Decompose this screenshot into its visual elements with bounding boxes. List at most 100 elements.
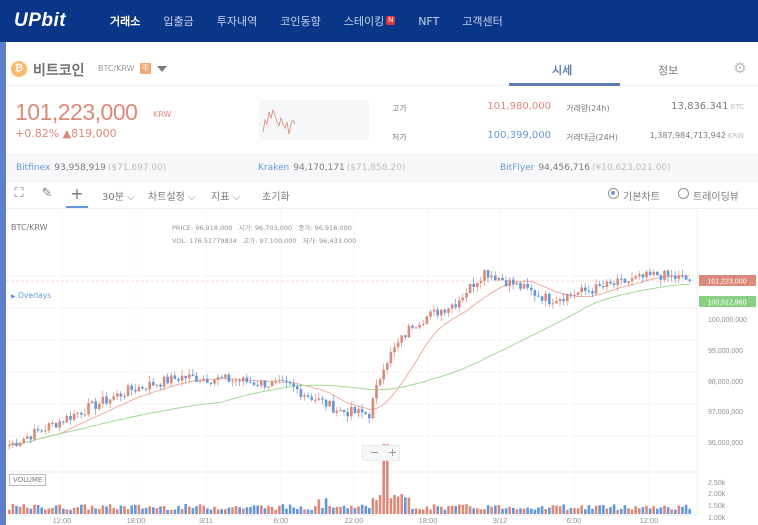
exchange-name[interactable]: Bitfinex [16,163,50,173]
zoom-out-button[interactable]: − [370,446,379,459]
volume-bar [216,509,220,514]
pencil-icon[interactable]: ✎ [38,185,56,203]
volume-bar [450,505,454,514]
volume-bar [303,509,306,514]
volume-bar [76,507,79,514]
nav-staking[interactable]: 스테이킹 N [344,13,396,29]
tradingview-label[interactable]: 트레이딩뷰 [693,188,739,203]
basic-chart-label[interactable]: 기본차트 [623,188,660,203]
nav-coin-trends[interactable]: 코인동향 [280,13,320,29]
tab-quotes[interactable]: 시세 [552,62,572,78]
nav-exchange[interactable]: 거래소 [110,13,140,29]
candle-body [166,376,169,384]
candle-body [638,274,641,277]
interval-select[interactable]: 30분 ⌵ [102,188,135,203]
nav-deposit[interactable]: 입출금 [163,13,193,29]
volume-bar [152,507,155,514]
crosshair-icon[interactable]: + [68,185,86,203]
candle-body [252,382,256,385]
volume-bar [328,505,331,514]
candle-body [155,384,159,386]
candle-body [123,395,126,397]
candle-body [594,284,598,294]
price-axis-label: 97,000,000 [708,409,743,416]
candle-body [44,430,47,432]
volume-bar [544,508,547,514]
volume-bar [396,496,400,514]
candle-body [328,400,331,407]
ohlc-close-label: 종가 [298,224,311,232]
overlays-toggle[interactable]: ▶ Overlays [11,291,51,300]
volume-bar [281,504,285,514]
current-price-tag: 101,223,000 [699,275,756,286]
volume-bar [580,505,583,514]
exchange-name[interactable]: BitFlyer [500,163,534,173]
candle-body [681,275,684,277]
volume-bar [213,506,216,514]
volume-bar [465,504,468,514]
nav-support[interactable]: 고객센터 [462,13,502,29]
reset-button[interactable]: 초기화 [262,188,290,203]
fullscreen-icon[interactable]: ⛶ [10,185,28,203]
tradingview-radio[interactable] [678,188,689,199]
indicator-button[interactable]: 지표 ⌵ [211,188,240,203]
price-axis-label: 96,000,000 [708,440,743,447]
candle-body [530,287,533,291]
volume-bar [548,507,551,514]
volume-bar [436,506,439,514]
candlestick-chart[interactable]: 101,223,000 100,512,960 100,000,000 99,0… [6,210,758,525]
candle-body [558,299,562,302]
candle-body [144,388,148,390]
coin-name[interactable]: 비트코인 [33,60,85,80]
candle-body [612,283,616,285]
candle-body [569,294,573,296]
volume-bar [83,504,87,514]
candle-body [566,294,569,302]
volume-bar [594,505,598,514]
volume-bar [378,495,382,514]
volume-bar [648,508,652,514]
candle-body [62,421,65,423]
candle-body [368,414,371,419]
tab-info[interactable]: 정보 [658,62,678,78]
nav-investments[interactable]: 투자내역 [217,13,257,29]
zoom-in-button[interactable]: + [388,446,397,459]
candle-body [688,279,691,281]
volume-bar [224,509,227,514]
candle-body [170,375,173,384]
volume-bar [26,507,29,514]
chevron-down-icon[interactable] [157,66,167,72]
chart-canvas[interactable]: 101,223,000 100,512,960 100,000,000 99,0… [6,210,758,525]
volume-bar [29,508,33,514]
candle-body [414,327,418,329]
volume-bar [591,508,594,514]
candle-body [504,280,508,287]
chart-settings-button[interactable]: 차트설정 ⌵ [148,188,196,203]
volume-bar [101,505,105,514]
volume-bar [18,506,22,514]
gear-icon[interactable]: ⚙ [730,58,750,78]
upbit-logo[interactable]: UPbit [14,10,110,32]
volume-bar [656,508,659,514]
volume-bar [44,509,47,514]
volume-bar [609,507,612,514]
candle-body [126,385,130,396]
ohlc-price: 96,918,000 [195,224,233,232]
candle-body [490,275,493,278]
exchange-name[interactable]: Kraken [258,163,289,173]
volume-bar [497,505,501,514]
candle-body [472,283,475,288]
candle-body [130,385,133,390]
candle-body [101,396,105,404]
candle-body [141,387,144,389]
basic-chart-radio[interactable] [608,188,619,199]
volume-bar [263,508,267,514]
candle-body [314,399,317,401]
volume-bar [562,504,565,514]
price-axis-label: 98,000,000 [708,379,743,386]
volume-bar [292,507,295,514]
volume-bar [634,506,637,514]
ohlc-high-label: 고가 [243,237,256,245]
nav-nft[interactable]: NFT [418,15,439,28]
volume-bar [184,504,187,514]
